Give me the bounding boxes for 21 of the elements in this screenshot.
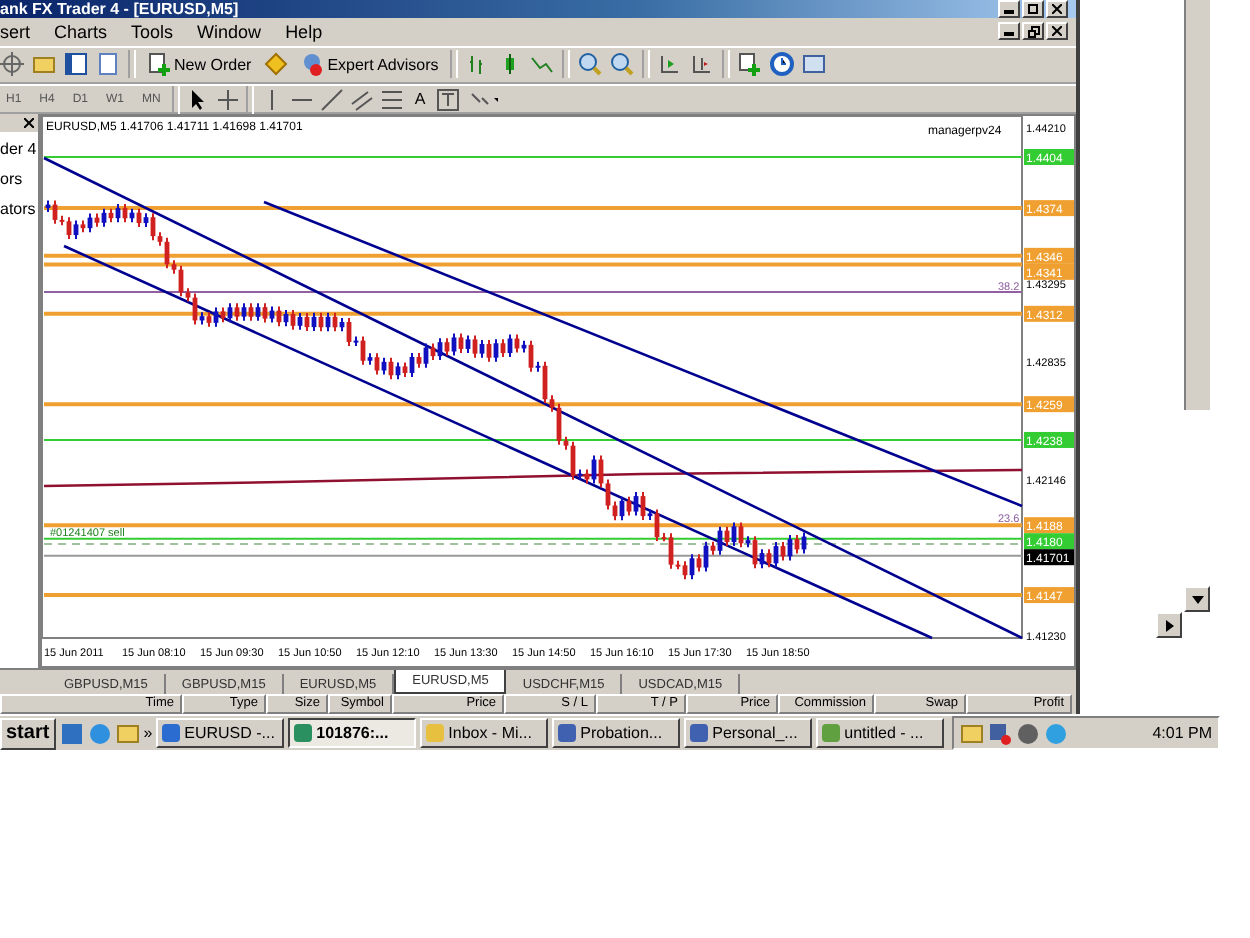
taskbar-button[interactable]: Probation... — [552, 718, 681, 748]
start-button[interactable]: start — [0, 717, 56, 749]
navigator-item[interactable]: ors — [0, 170, 38, 188]
navigator-item[interactable]: der 4 — [0, 140, 38, 158]
taskbar-button[interactable]: EURUSD -... — [156, 718, 285, 748]
menu-item[interactable]: sert — [0, 21, 31, 42]
text-tool-button[interactable]: A — [410, 83, 430, 115]
taskbar-button[interactable]: Inbox - Mi... — [420, 718, 549, 748]
new-order-button[interactable]: New Order — [144, 48, 256, 81]
window-title: ank FX Trader 4 - [EURUSD,M5] — [0, 0, 239, 18]
more-button[interactable]: » — [143, 724, 153, 742]
navigator-item[interactable]: ators — [0, 200, 38, 218]
taskbar-button[interactable]: untitled - ... — [816, 718, 945, 748]
taskbar-button[interactable]: 101876:... — [288, 718, 417, 748]
menu-item[interactable]: Tools — [131, 21, 174, 42]
clock: 4:01 PM — [1152, 724, 1212, 742]
taskbar-button[interactable]: Personal_... — [684, 718, 813, 748]
menu-item[interactable]: Window — [197, 21, 262, 42]
menu-item[interactable]: Help — [285, 21, 323, 42]
expert-advisors-button[interactable]: Expert Advisors — [295, 48, 443, 81]
menu-item[interactable]: Charts — [54, 21, 108, 42]
